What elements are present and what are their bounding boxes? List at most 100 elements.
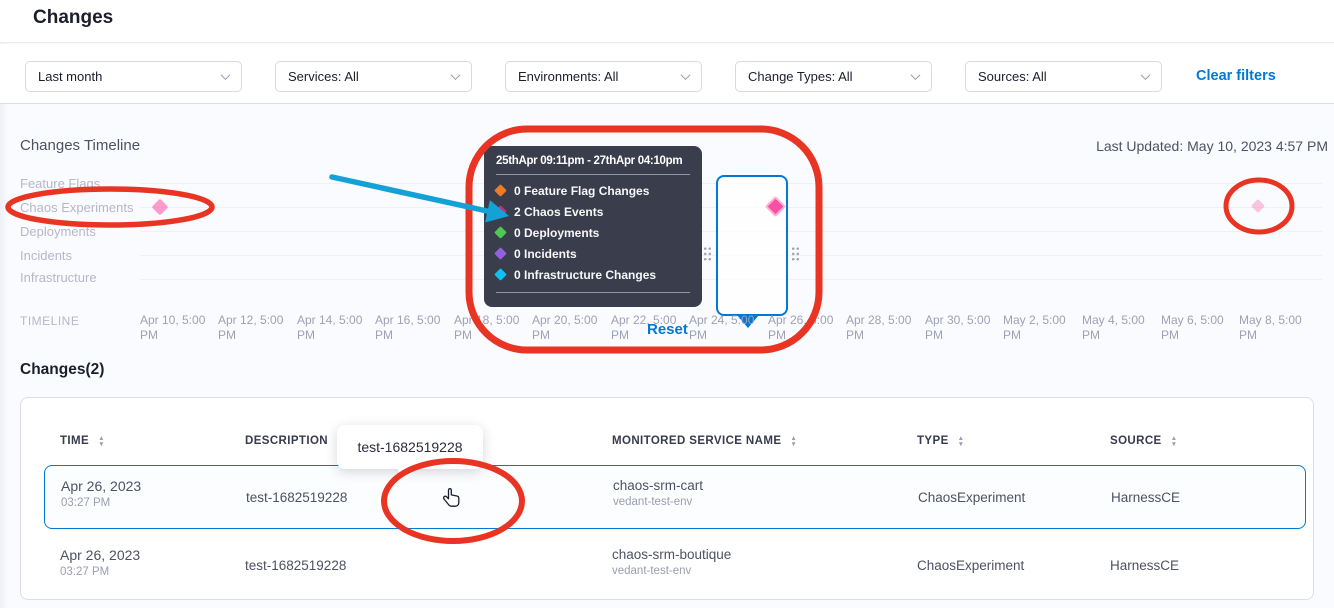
tooltip-deployments-item: 0 Deployments xyxy=(496,222,690,243)
timeline-brush-selection[interactable] xyxy=(716,175,788,316)
brush-right-handle[interactable] xyxy=(791,246,800,262)
chaos-diamond-icon xyxy=(494,205,507,218)
axis-tick: May 2, 5:00 xyxy=(1003,313,1085,328)
type-cell: ChaosExperiment xyxy=(918,490,1025,505)
feature-flag-diamond-icon xyxy=(494,184,507,197)
sort-icon[interactable]: ▲▼ xyxy=(958,436,965,447)
axis-tick: Apr 14, 5:00 xyxy=(297,313,379,328)
tooltip-item-label: 0 Deployments xyxy=(514,226,599,240)
column-header-type[interactable]: TYPE ▲▼ xyxy=(917,435,964,447)
source-cell: HarnessCE xyxy=(1110,558,1179,573)
brush-left-handle[interactable] xyxy=(703,246,712,262)
axis-tick-meridiem: PM xyxy=(218,328,300,343)
chaos-event-diamond-marker[interactable] xyxy=(152,199,169,216)
axis-tick-meridiem: PM xyxy=(689,328,771,343)
axis-tick-meridiem: PM xyxy=(1003,328,1085,343)
services-dropdown[interactable]: Services: All xyxy=(275,61,472,92)
time-range-dropdown[interactable]: Last month xyxy=(25,61,242,92)
tooltip-chaos-events-item: 2 Chaos Events xyxy=(496,201,690,222)
services-value: Services: All xyxy=(288,69,359,84)
last-updated-text: Last Updated: May 10, 2023 4:57 PM xyxy=(1096,138,1328,154)
column-header-time[interactable]: TIME ▲▼ xyxy=(60,435,105,447)
description-hover-tooltip: test-1682519228 xyxy=(337,425,483,469)
tooltip-incidents-item: 0 Incidents xyxy=(496,243,690,264)
chevron-down-icon xyxy=(681,70,691,80)
incident-diamond-icon xyxy=(494,247,507,260)
axis-tick-meridiem: PM xyxy=(925,328,1007,343)
top-bar: Changes xyxy=(0,0,1334,43)
monitored-service-cell: chaos-srm-boutique vedant-test-env xyxy=(612,547,731,577)
axis-tick: Apr 18, 5:00 xyxy=(454,313,536,328)
axis-tick-meridiem: PM xyxy=(297,328,379,343)
tooltip-tail xyxy=(396,467,416,482)
tooltip-range-text: 25thApr 09:11pm - 27thApr 04:10pm xyxy=(496,155,690,167)
axis-tick: Apr 28, 5:00 xyxy=(846,313,928,328)
axis-tick: Apr 26, 5:00 xyxy=(768,313,850,328)
sort-icon[interactable]: ▲▼ xyxy=(790,436,797,447)
timeline-axis-label: TIMELINE xyxy=(20,314,79,328)
reset-button[interactable]: Reset xyxy=(647,321,688,338)
time-range-value: Last month xyxy=(38,69,102,84)
sort-icon[interactable]: ▲▼ xyxy=(1171,436,1178,447)
axis-tick-meridiem: PM xyxy=(532,328,614,343)
tooltip-item-label: 0 Incidents xyxy=(514,247,577,261)
timeline-range-tooltip: 25thApr 09:11pm - 27thApr 04:10pm 0 Feat… xyxy=(484,146,702,307)
time-cell: Apr 26, 2023 03:27 PM xyxy=(60,547,140,578)
environments-value: Environments: All xyxy=(518,69,618,84)
column-header-monitored-service[interactable]: MONITORED SERVICE NAME ▲▼ xyxy=(612,435,797,447)
tooltip-item-label: 0 Feature Flag Changes xyxy=(514,184,649,198)
axis-tick-meridiem: PM xyxy=(768,328,850,343)
tooltip-item-label: 0 Infrastructure Changes xyxy=(514,268,656,282)
timeline-title: Changes Timeline xyxy=(20,137,140,154)
tooltip-feature-flags-item: 0 Feature Flag Changes xyxy=(496,180,690,201)
timeline-row-chaos-experiments: Chaos Experiments xyxy=(20,200,133,215)
axis-tick: May 4, 5:00 xyxy=(1082,313,1164,328)
table-row[interactable]: Apr 26, 2023 03:27 PM test-1682519228 ch… xyxy=(44,536,1306,596)
description-cell: test-1682519228 xyxy=(246,490,347,505)
description-cell: test-1682519228 xyxy=(245,558,346,573)
tooltip-divider xyxy=(496,174,690,175)
filter-bar: Last month Services: All Environments: A… xyxy=(0,44,1334,104)
axis-tick: May 8, 5:00 xyxy=(1239,313,1321,328)
timeline-row-deployments: Deployments xyxy=(20,224,96,239)
sources-dropdown[interactable]: Sources: All xyxy=(965,61,1162,92)
change-types-value: Change Types: All xyxy=(748,69,853,84)
clear-filters-link[interactable]: Clear filters xyxy=(1196,68,1276,84)
axis-tick: Apr 24, 5:00 xyxy=(689,313,771,328)
changes-page: Changes Last month Services: All Environ… xyxy=(0,0,1334,608)
tooltip-item-label: 2 Chaos Events xyxy=(514,205,603,219)
column-header-description[interactable]: DESCRIPTION ▲▼ xyxy=(245,435,344,447)
axis-tick-meridiem: PM xyxy=(375,328,457,343)
environments-dropdown[interactable]: Environments: All xyxy=(505,61,702,92)
chaos-event-diamond-marker[interactable] xyxy=(1251,199,1265,213)
column-header-source[interactable]: SOURCE ▲▼ xyxy=(1110,435,1177,447)
timeline-row-infrastructure: Infrastructure xyxy=(20,270,97,285)
axis-tick: Apr 12, 5:00 xyxy=(218,313,300,328)
chevron-down-icon xyxy=(221,70,231,80)
axis-tick-meridiem: PM xyxy=(1161,328,1243,343)
axis-tick: Apr 20, 5:00 xyxy=(532,313,614,328)
timeline-row-incidents: Incidents xyxy=(20,248,72,263)
axis-tick-meridiem: PM xyxy=(1082,328,1164,343)
page-title: Changes xyxy=(33,7,113,29)
table-row[interactable]: Apr 26, 2023 03:27 PM test-1682519228 ch… xyxy=(44,465,1306,529)
axis-tick: Apr 16, 5:00 xyxy=(375,313,457,328)
tooltip-divider xyxy=(496,292,690,293)
axis-tick-meridiem: PM xyxy=(454,328,536,343)
timeline-row-feature-flags: Feature Flags xyxy=(20,176,100,191)
chevron-down-icon xyxy=(911,70,921,80)
sort-icon[interactable]: ▲▼ xyxy=(98,436,105,447)
source-cell: HarnessCE xyxy=(1111,490,1180,505)
sources-value: Sources: All xyxy=(978,69,1047,84)
changes-count-title: Changes(2) xyxy=(20,361,104,379)
axis-tick-meridiem: PM xyxy=(140,328,222,343)
axis-tick-meridiem: PM xyxy=(846,328,928,343)
axis-tick: Apr 10, 5:00 xyxy=(140,313,222,328)
change-types-dropdown[interactable]: Change Types: All xyxy=(735,61,932,92)
type-cell: ChaosExperiment xyxy=(917,558,1024,573)
chevron-down-icon xyxy=(1141,70,1151,80)
axis-tick: May 6, 5:00 xyxy=(1161,313,1243,328)
tooltip-infrastructure-item: 0 Infrastructure Changes xyxy=(496,264,690,285)
monitored-service-cell: chaos-srm-cart vedant-test-env xyxy=(613,478,703,508)
infrastructure-diamond-icon xyxy=(494,268,507,281)
